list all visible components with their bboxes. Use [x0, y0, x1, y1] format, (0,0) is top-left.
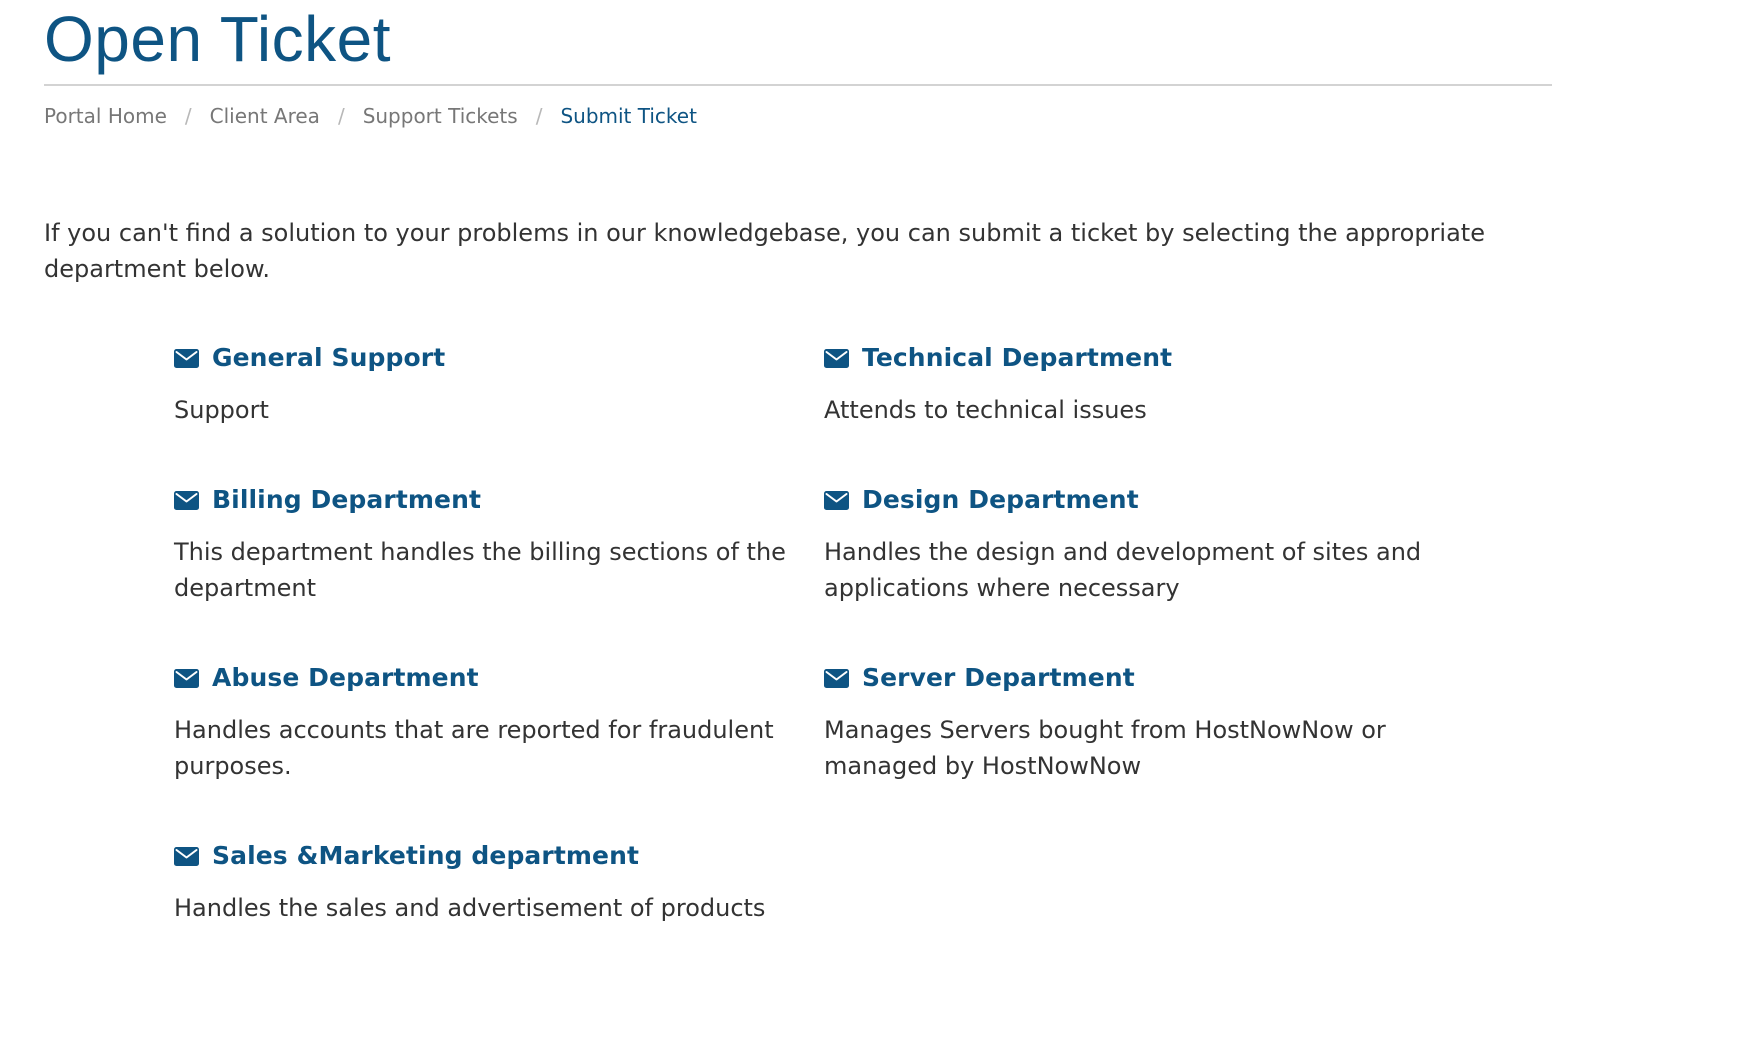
department-link-billing[interactable]: Billing Department: [174, 480, 794, 520]
department-description: Handles the sales and advertisement of p…: [174, 894, 766, 922]
department-name: Design Department: [862, 485, 1139, 514]
department-description: Handles the design and development of si…: [824, 538, 1422, 602]
department-name: Billing Department: [212, 485, 482, 514]
department-server: Server Department Manages Servers bought…: [824, 658, 1444, 784]
department-link-technical[interactable]: Technical Department: [824, 338, 1444, 378]
envelope-icon: [174, 490, 199, 510]
department-description: Manages Servers bought from HostNowNow o…: [824, 716, 1386, 780]
department-name: Server Department: [862, 663, 1135, 692]
breadcrumb-client-area[interactable]: Client Area: [210, 101, 320, 131]
department-link-general-support[interactable]: General Support: [174, 338, 794, 378]
page-title: Open Ticket: [44, 3, 391, 75]
breadcrumb-support-tickets[interactable]: Support Tickets: [363, 101, 518, 131]
breadcrumb-portal-home[interactable]: Portal Home: [44, 101, 167, 131]
envelope-icon: [174, 846, 199, 866]
department-name: Technical Department: [862, 343, 1173, 372]
breadcrumb-separator: /: [337, 104, 345, 128]
intro-text: If you can't find a solution to your pro…: [44, 219, 1485, 283]
department-description: Support: [174, 396, 269, 424]
department-sales-marketing: Sales &Marketing department Handles the …: [174, 836, 794, 926]
department-design: Design Department Handles the design and…: [824, 480, 1444, 606]
department-description: Attends to technical issues: [824, 396, 1147, 424]
department-name: Abuse Department: [212, 663, 479, 692]
department-link-server[interactable]: Server Department: [824, 658, 1444, 698]
department-description: This department handles the billing sect…: [174, 538, 786, 602]
breadcrumb-submit-ticket: Submit Ticket: [560, 104, 697, 128]
department-name: Sales &Marketing department: [212, 841, 640, 870]
breadcrumb: Portal Home / Client Area / Support Tick…: [44, 101, 697, 131]
department-technical: Technical Department Attends to technica…: [824, 338, 1444, 428]
department-abuse: Abuse Department Handles accounts that a…: [174, 658, 794, 784]
department-link-sales-marketing[interactable]: Sales &Marketing department: [174, 836, 794, 876]
department-name: General Support: [212, 343, 446, 372]
department-general-support: General Support Support: [174, 338, 794, 428]
envelope-icon: [824, 668, 849, 688]
envelope-icon: [174, 668, 199, 688]
envelope-icon: [174, 348, 199, 368]
title-divider: [44, 84, 1552, 86]
department-billing: Billing Department This department handl…: [174, 480, 794, 606]
envelope-icon: [824, 348, 849, 368]
breadcrumb-separator: /: [184, 104, 192, 128]
department-description: Handles accounts that are reported for f…: [174, 716, 774, 780]
department-link-design[interactable]: Design Department: [824, 480, 1444, 520]
department-link-abuse[interactable]: Abuse Department: [174, 658, 794, 698]
breadcrumb-separator: /: [535, 104, 543, 128]
envelope-icon: [824, 490, 849, 510]
